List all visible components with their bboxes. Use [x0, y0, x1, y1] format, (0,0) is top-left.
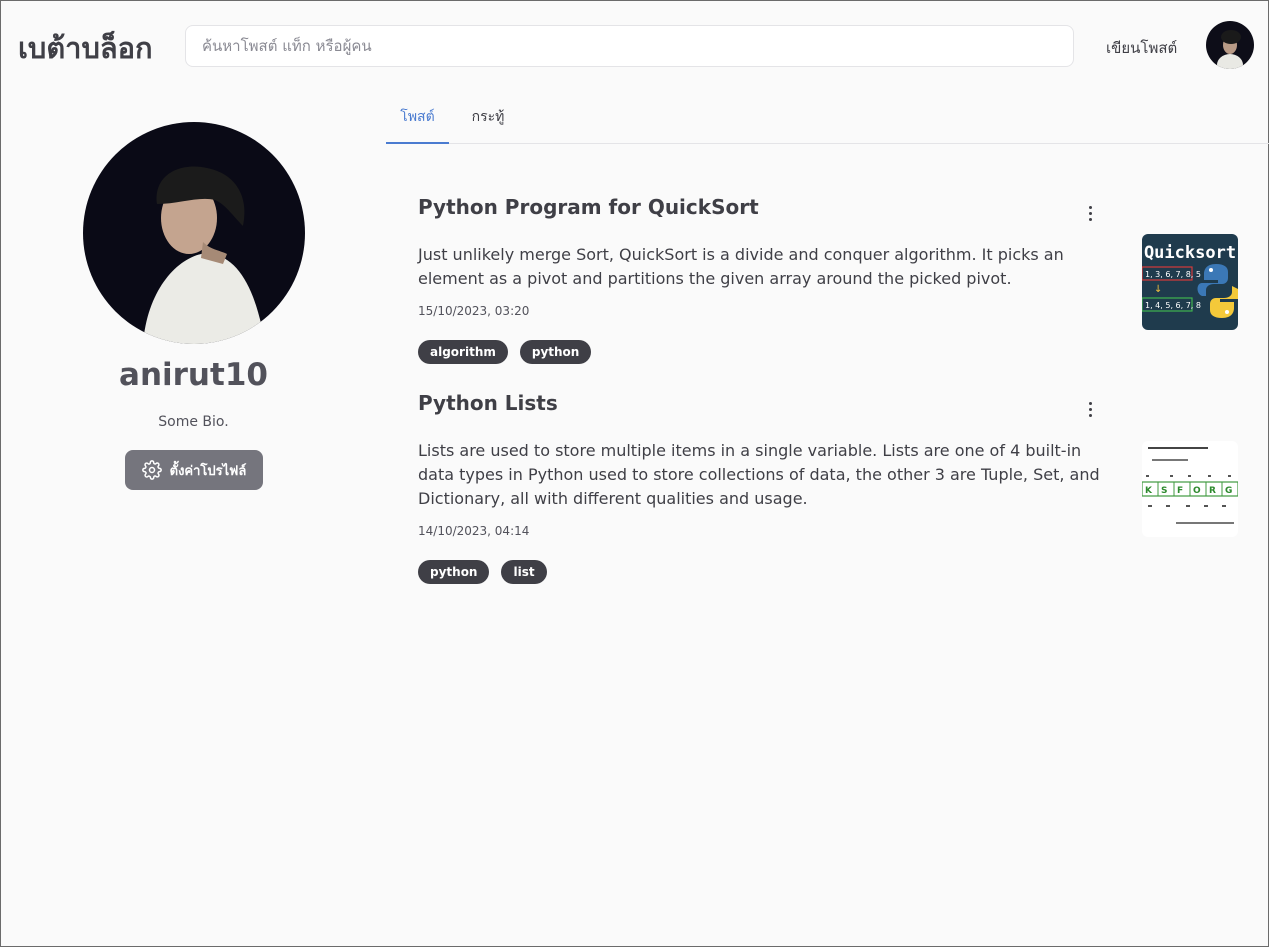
post-excerpt: Just unlikely merge Sort, QuickSort is a…	[418, 245, 1064, 288]
post-card[interactable]: Python Lists Lists are used to store mul…	[418, 391, 1240, 586]
post-title[interactable]: Python Program for QuickSort	[418, 195, 759, 219]
post-thumbnail[interactable]: Quicksort 1, 3, 6, 7, 8, 5 ↓ 1, 4, 5, 6,…	[1142, 234, 1238, 330]
python-lists-thumbnail-image: K S F O R G	[1142, 441, 1238, 537]
post-thumbnail[interactable]: K S F O R G	[1142, 441, 1238, 537]
profile-settings-button[interactable]: ตั้งค่าโปรไฟล์	[125, 450, 263, 490]
thumbnail-letter: K	[1145, 486, 1153, 496]
post-excerpt: Lists are used to store multiple items i…	[418, 441, 1100, 508]
tag-chip[interactable]: algorithm	[418, 340, 508, 364]
thumbnail-row-bottom: 1, 4, 5, 6, 7, 8	[1145, 301, 1201, 310]
post-card[interactable]: Python Program for QuickSort Just unlike…	[418, 195, 1240, 365]
more-options-icon[interactable]	[1082, 399, 1098, 419]
profile-settings-label: ตั้งค่าโปรไฟล์	[169, 463, 247, 479]
thumbnail-title: Quicksort	[1144, 243, 1236, 263]
top-navbar: เบต้าบล็อก เขียนโพสต์	[1, 1, 1268, 89]
post-tags: algorithm python	[418, 340, 592, 364]
user-avatar-menu[interactable]	[1206, 21, 1254, 69]
profile-bio: Some Bio.	[158, 414, 229, 430]
tab-threads[interactable]: กระทู้	[458, 89, 518, 144]
post-date: 15/10/2023, 03:20	[418, 304, 530, 318]
avatar-photo	[1206, 21, 1254, 69]
search-input[interactable]	[185, 25, 1074, 67]
profile-username: anirut10	[119, 357, 268, 393]
brand-logo[interactable]: เบต้าบล็อก	[18, 25, 153, 71]
profile-photo	[83, 122, 305, 344]
thumbnail-letter: G	[1225, 486, 1232, 496]
post-date: 14/10/2023, 04:14	[418, 524, 530, 538]
profile-avatar	[83, 122, 305, 344]
quicksort-thumbnail-image: Quicksort 1, 3, 6, 7, 8, 5 ↓ 1, 4, 5, 6,…	[1142, 234, 1238, 330]
post-title[interactable]: Python Lists	[418, 391, 558, 415]
tab-posts[interactable]: โพสต์	[386, 89, 449, 144]
profile-tabs: โพสต์ กระทู้	[386, 89, 1269, 144]
thumbnail-letter: S	[1161, 486, 1167, 496]
thumbnail-letter: F	[1177, 486, 1183, 496]
svg-text:↓: ↓	[1154, 284, 1162, 295]
thumbnail-row-top: 1, 3, 6, 7, 8, 5	[1145, 270, 1201, 279]
tag-chip[interactable]: list	[501, 560, 547, 584]
write-post-link[interactable]: เขียนโพสต์	[1106, 36, 1177, 60]
thumbnail-letter: O	[1193, 486, 1201, 496]
thumbnail-letter: R	[1209, 486, 1216, 496]
tag-chip[interactable]: python	[418, 560, 490, 584]
post-tags: python list	[418, 560, 547, 584]
more-options-icon[interactable]	[1082, 203, 1098, 223]
gear-icon	[141, 460, 162, 480]
tag-chip[interactable]: python	[519, 340, 592, 364]
